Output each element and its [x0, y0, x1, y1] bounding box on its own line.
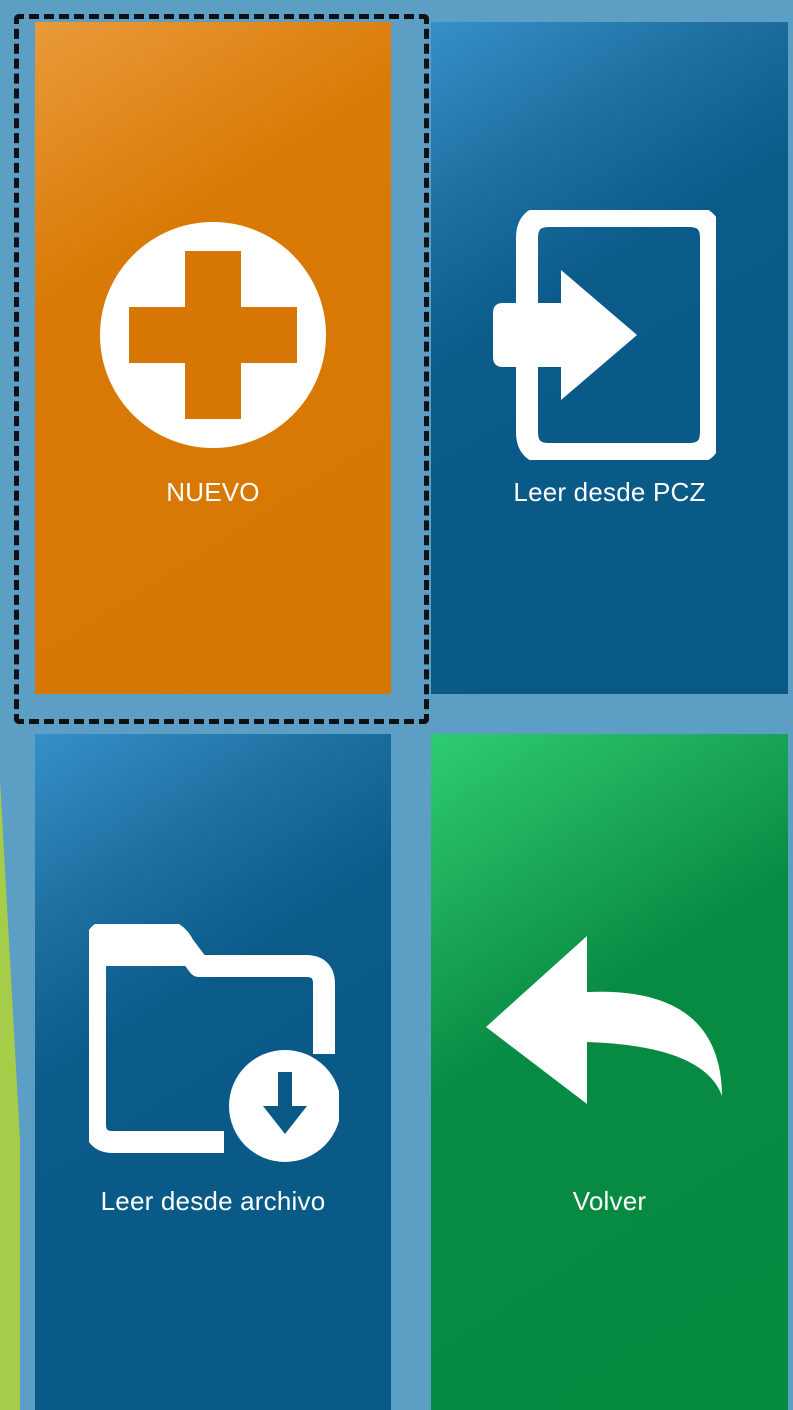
plus-circle-icon [100, 222, 326, 448]
nuevo-tile[interactable]: NUEVO [35, 22, 391, 694]
leer-pcz-tile[interactable]: Leer desde PCZ [431, 22, 788, 694]
back-arrow-icon [486, 936, 722, 1104]
folder-download-icon [89, 924, 339, 1162]
volver-tile[interactable]: Volver [431, 734, 788, 1410]
import-icon [493, 210, 716, 460]
nuevo-label: NUEVO [166, 477, 260, 507]
leer-archivo-label: Leer desde archivo [100, 1186, 326, 1216]
leer-pcz-label: Leer desde PCZ [513, 477, 706, 507]
volver-label: Volver [572, 1186, 647, 1216]
leer-archivo-tile[interactable]: Leer desde archivo [35, 734, 391, 1410]
